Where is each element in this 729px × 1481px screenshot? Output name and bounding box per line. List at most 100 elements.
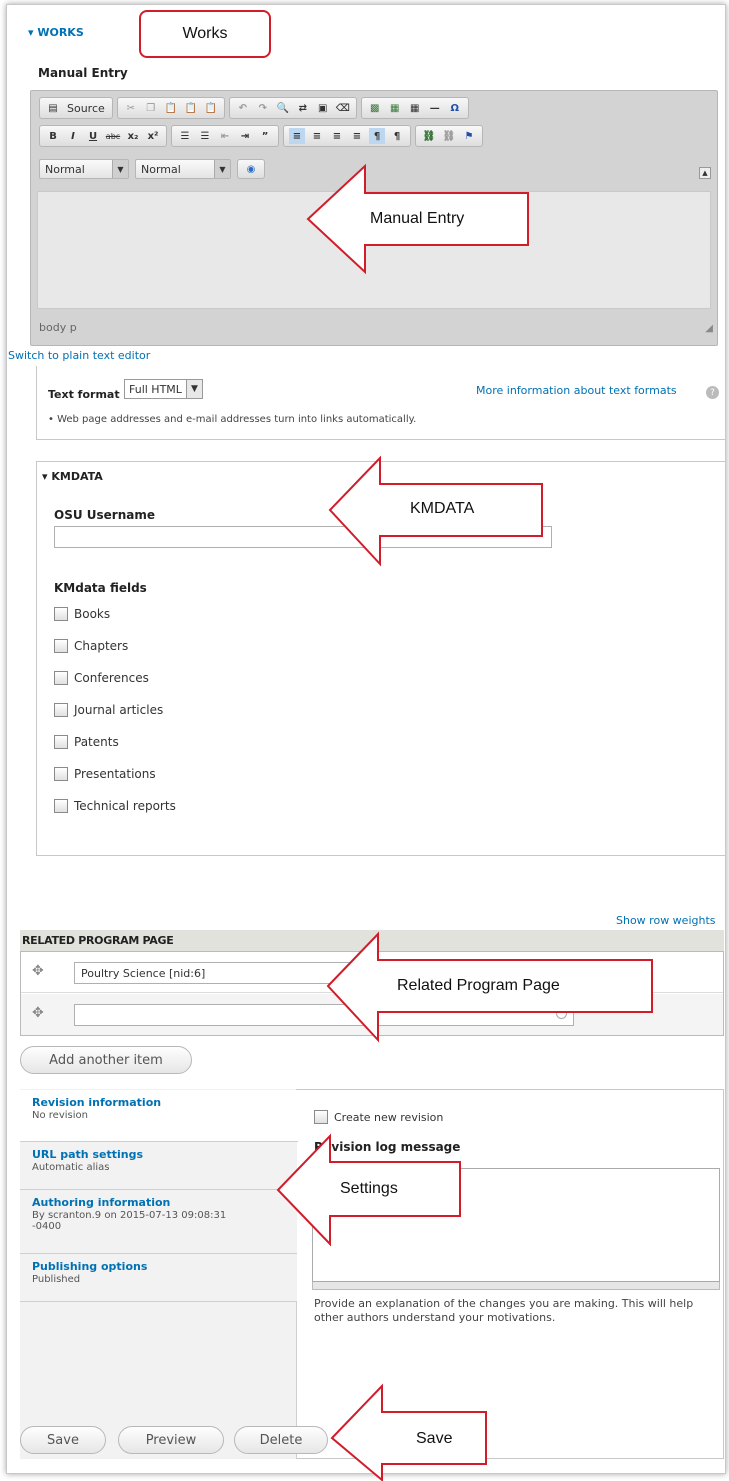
style-combo-value: Normal — [141, 162, 181, 176]
align-left-icon[interactable]: ≡ — [289, 128, 305, 144]
delete-button[interactable]: Delete — [234, 1426, 328, 1454]
checkbox[interactable] — [54, 703, 68, 717]
justify-icon[interactable]: ≡ — [349, 128, 365, 144]
special-char-icon[interactable]: Ω — [447, 100, 463, 116]
text-format-select[interactable]: Full HTML ▼ — [124, 379, 203, 399]
works-legend[interactable]: ▾ WORKS — [28, 26, 84, 39]
add-another-item-button[interactable]: Add another item — [20, 1046, 192, 1074]
link-icon[interactable]: ⛓ — [421, 128, 437, 144]
drag-handle-icon[interactable]: ✥ — [32, 1005, 44, 1021]
copy-icon[interactable]: ❐ — [143, 100, 159, 116]
ltr-icon[interactable]: ¶ — [369, 128, 385, 144]
tab-authoring-information[interactable]: Authoring information By scranton.9 on 2… — [20, 1190, 297, 1254]
checkbox-label: Journal articles — [74, 703, 164, 717]
help-icon[interactable]: ? — [706, 386, 719, 399]
image-icon[interactable]: ▩ — [367, 100, 383, 116]
kmdata-checkbox-journal-articles[interactable]: Journal articles — [54, 703, 163, 717]
manual-entry-callout: Manual Entry — [370, 210, 465, 227]
blockquote-icon[interactable]: ” — [257, 128, 273, 144]
tab-title: Publishing options — [32, 1260, 148, 1273]
osu-username-label: OSU Username — [54, 508, 155, 522]
kmdata-checkbox-chapters[interactable]: Chapters — [54, 639, 128, 653]
subscript-icon[interactable]: x₂ — [125, 128, 141, 144]
drag-handle-icon[interactable]: ✥ — [32, 963, 44, 979]
checkbox[interactable] — [314, 1110, 328, 1124]
text-format-tip-text: Web page addresses and e-mail addresses … — [57, 414, 417, 425]
create-new-revision-checkbox[interactable]: Create new revision — [314, 1110, 443, 1124]
textarea-grippie[interactable] — [312, 1282, 720, 1290]
spellcheck-button[interactable]: ◉ — [237, 159, 265, 179]
table-icon[interactable]: ▦ — [407, 100, 423, 116]
tab-publishing-options[interactable]: Publishing options Published — [20, 1254, 297, 1302]
paste-word-icon[interactable]: 📋 — [203, 100, 219, 116]
show-row-weights-link[interactable]: Show row weights — [616, 914, 716, 927]
strike-icon[interactable]: abc — [105, 128, 121, 144]
numbered-list-icon[interactable]: ☰ — [177, 128, 193, 144]
find-icon[interactable]: 🔍 — [275, 100, 291, 116]
unlink-icon[interactable]: ⛓ — [441, 128, 457, 144]
save-callout: Save — [416, 1430, 453, 1447]
tab-url-path-settings[interactable]: URL path settings Automatic alias — [20, 1142, 297, 1190]
works-callout: Works — [139, 10, 271, 58]
bulleted-list-icon[interactable]: ☰ — [197, 128, 213, 144]
superscript-icon[interactable]: x² — [145, 128, 161, 144]
checkbox-label: Create new revision — [334, 1110, 444, 1124]
more-info-text-formats-link[interactable]: More information about text formats — [476, 384, 677, 397]
rtl-icon[interactable]: ¶ — [389, 128, 405, 144]
kmdata-checkbox-books[interactable]: Books — [54, 607, 110, 621]
paste-text-icon[interactable]: 📋 — [183, 100, 199, 116]
replace-icon[interactable]: ⇄ — [295, 100, 311, 116]
tab-revision-information[interactable]: Revision information No revision — [20, 1090, 298, 1142]
align-center-icon[interactable]: ≡ — [309, 128, 325, 144]
tab-summary: By scranton.9 on 2015-07-13 09:08:31 -04… — [32, 1210, 227, 1232]
align-right-icon[interactable]: ≡ — [329, 128, 345, 144]
format-combo-value: Normal — [45, 162, 85, 176]
anchor-flag-icon[interactable]: ⚑ — [461, 128, 477, 144]
horizontal-rule-icon[interactable]: — — [427, 100, 443, 116]
format-combo[interactable]: Normal ▼ — [39, 159, 129, 179]
kmdata-checkbox-conferences[interactable]: Conferences — [54, 671, 149, 685]
chevron-down-icon: ▼ — [185, 380, 202, 398]
manual-entry-label: Manual Entry — [38, 66, 128, 80]
kmdata-checkbox-technical-reports[interactable]: Technical reports — [54, 799, 176, 813]
undo-icon[interactable]: ↶ — [235, 100, 251, 116]
insert-group: ▩ ▦ ▦ — Ω — [360, 97, 469, 119]
resize-handle-icon[interactable]: ◢ — [705, 323, 713, 334]
indent-icon[interactable]: ⇥ — [237, 128, 253, 144]
checkbox[interactable] — [54, 607, 68, 621]
checkbox[interactable] — [54, 671, 68, 685]
kmdata-checkbox-patents[interactable]: Patents — [54, 735, 119, 749]
bold-icon[interactable]: B — [45, 128, 61, 144]
checkbox-label: Patents — [74, 735, 119, 749]
style-combo[interactable]: Normal ▼ — [135, 159, 231, 179]
kmdata-checkbox-presentations[interactable]: Presentations — [54, 767, 156, 781]
checkbox[interactable] — [54, 735, 68, 749]
source-button[interactable]: ▤ Source — [39, 97, 113, 119]
flash-icon[interactable]: ▦ — [387, 100, 403, 116]
italic-icon[interactable]: I — [65, 128, 81, 144]
save-callout-arrow — [330, 1383, 487, 1481]
save-button[interactable]: Save — [20, 1426, 106, 1454]
kmdata-legend[interactable]: ▾ KMDATA — [42, 470, 103, 483]
select-all-icon[interactable]: ▣ — [315, 100, 331, 116]
checkbox-label: Technical reports — [74, 799, 176, 813]
checkbox[interactable] — [54, 799, 68, 813]
editor-toolbar-row-1: ▤ Source ✂ ❐ 📋 📋 📋 ↶ ↷ 🔍 ⇄ ▣ ⌫ ▩ ▦ ▦ — Ω — [39, 97, 469, 119]
link-group: ⛓ ⛓ ⚑ — [415, 125, 483, 147]
cut-icon[interactable]: ✂ — [123, 100, 139, 116]
switch-plain-text-link[interactable]: Switch to plain text editor — [8, 349, 150, 362]
align-group: ≡ ≡ ≡ ≡ ¶ ¶ — [283, 125, 411, 147]
redo-icon[interactable]: ↷ — [255, 100, 271, 116]
remove-format-icon[interactable]: ⌫ — [335, 100, 351, 116]
underline-icon[interactable]: U — [85, 128, 101, 144]
text-format-value: Full HTML — [129, 382, 182, 396]
related-program-callout: Related Program Page — [397, 977, 560, 994]
outdent-icon[interactable]: ⇤ — [217, 128, 233, 144]
checkbox[interactable] — [54, 639, 68, 653]
preview-button[interactable]: Preview — [118, 1426, 224, 1454]
checkbox[interactable] — [54, 767, 68, 781]
basic-styles-group: B I U abc x₂ x² — [39, 125, 167, 147]
paste-icon[interactable]: 📋 — [163, 100, 179, 116]
collapse-toolbar-icon[interactable]: ▲ — [699, 167, 711, 179]
text-format-tip: • Web page addresses and e-mail addresse… — [48, 414, 417, 425]
